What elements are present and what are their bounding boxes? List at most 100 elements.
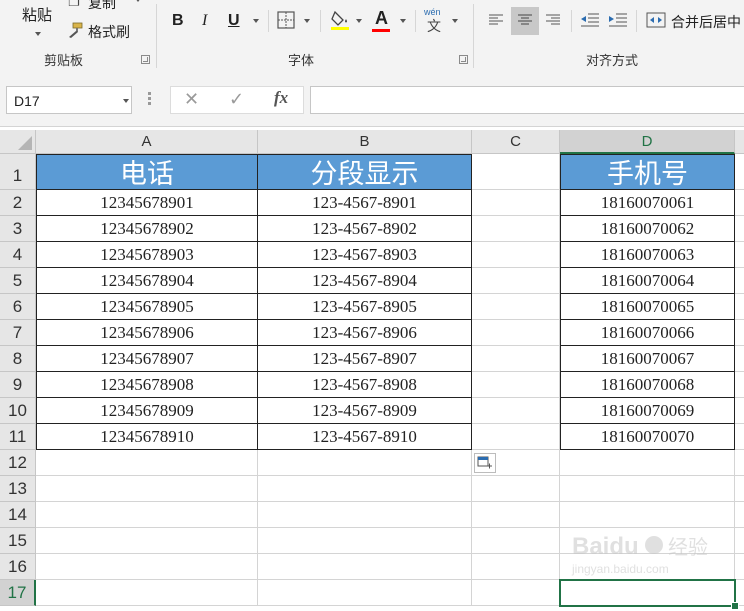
cell-a17[interactable]: [36, 580, 258, 606]
cell-e12[interactable]: [735, 450, 744, 476]
row-header-2[interactable]: 2: [0, 190, 36, 216]
data-cell-b5[interactable]: 123-4567-8904: [258, 268, 472, 294]
cell-c9[interactable]: [472, 372, 560, 398]
cell-b15[interactable]: [258, 528, 472, 554]
font-color-dropdown-caret[interactable]: [400, 19, 406, 23]
insert-function-button[interactable]: fx: [274, 88, 288, 108]
select-all-button[interactable]: [0, 130, 36, 154]
cell-c5[interactable]: [472, 268, 560, 294]
row-header-15[interactable]: 15: [0, 528, 36, 554]
data-cell-d8[interactable]: 18160070067: [560, 346, 735, 372]
cell-a15[interactable]: [36, 528, 258, 554]
row-header-4[interactable]: 4: [0, 242, 36, 268]
data-cell-b6[interactable]: 123-4567-8905: [258, 294, 472, 320]
row-header-13[interactable]: 13: [0, 476, 36, 502]
row-header-17[interactable]: 17: [0, 580, 36, 606]
active-cell-selection[interactable]: [559, 579, 736, 607]
cell-e3[interactable]: [735, 216, 744, 242]
borders-icon[interactable]: [277, 11, 295, 33]
row-header-11[interactable]: 11: [0, 424, 36, 450]
cancel-entry-button[interactable]: ✕: [184, 89, 199, 110]
font-color-button[interactable]: A: [375, 8, 388, 29]
cell-b16[interactable]: [258, 554, 472, 580]
data-cell-a9[interactable]: 12345678908: [36, 372, 258, 398]
cell-e7[interactable]: [735, 320, 744, 346]
data-cell-b11[interactable]: 123-4567-8910: [258, 424, 472, 450]
cell-c11[interactable]: [472, 424, 560, 450]
data-cell-b2[interactable]: 123-4567-8901: [258, 190, 472, 216]
cell-a12[interactable]: [36, 450, 258, 476]
data-cell-a3[interactable]: 12345678902: [36, 216, 258, 242]
name-box-dropdown-caret[interactable]: [123, 99, 129, 103]
clipboard-dialog-launcher[interactable]: [141, 55, 150, 64]
merge-center-icon[interactable]: [646, 12, 666, 32]
cell-c16[interactable]: [472, 554, 560, 580]
row-header-16[interactable]: 16: [0, 554, 36, 580]
data-cell-d5[interactable]: 18160070064: [560, 268, 735, 294]
cell-e4[interactable]: [735, 242, 744, 268]
data-cell-b9[interactable]: 123-4567-8908: [258, 372, 472, 398]
cell-c17[interactable]: [472, 580, 560, 606]
data-cell-d11[interactable]: 18160070070: [560, 424, 735, 450]
column-header-c[interactable]: C: [472, 130, 560, 154]
italic-button[interactable]: I: [202, 12, 207, 30]
confirm-entry-button[interactable]: ✓: [229, 89, 244, 110]
paste-dropdown-caret[interactable]: [35, 32, 41, 36]
data-cell-d9[interactable]: 18160070068: [560, 372, 735, 398]
cell-e13[interactable]: [735, 476, 744, 502]
cell-b12[interactable]: [258, 450, 472, 476]
cell-e5[interactable]: [735, 268, 744, 294]
cell-d14[interactable]: [560, 502, 735, 528]
data-cell-b4[interactable]: 123-4567-8903: [258, 242, 472, 268]
data-cell-b7[interactable]: 123-4567-8906: [258, 320, 472, 346]
row-header-7[interactable]: 7: [0, 320, 36, 346]
cell-e16[interactable]: [735, 554, 744, 580]
cell-a16[interactable]: [36, 554, 258, 580]
cell-e6[interactable]: [735, 294, 744, 320]
bold-button[interactable]: B: [172, 12, 184, 30]
fill-color-dropdown-caret[interactable]: [356, 19, 362, 23]
data-cell-a5[interactable]: 12345678904: [36, 268, 258, 294]
data-cell-d4[interactable]: 18160070063: [560, 242, 735, 268]
cell-c14[interactable]: [472, 502, 560, 528]
row-header-10[interactable]: 10: [0, 398, 36, 424]
align-center-icon[interactable]: [517, 13, 533, 31]
data-cell-a4[interactable]: 12345678903: [36, 242, 258, 268]
header-cell-d[interactable]: 手机号: [560, 154, 735, 190]
data-cell-b8[interactable]: 123-4567-8907: [258, 346, 472, 372]
cell-b17[interactable]: [258, 580, 472, 606]
data-cell-d10[interactable]: 18160070069: [560, 398, 735, 424]
font-dialog-launcher[interactable]: [459, 55, 468, 64]
cell-d13[interactable]: [560, 476, 735, 502]
align-left-icon[interactable]: [488, 13, 504, 31]
cell-e10[interactable]: [735, 398, 744, 424]
cell-e2[interactable]: [735, 190, 744, 216]
row-header-3[interactable]: 3: [0, 216, 36, 242]
cell-d12[interactable]: [560, 450, 735, 476]
underline-dropdown-caret[interactable]: [253, 19, 259, 23]
data-cell-a10[interactable]: 12345678909: [36, 398, 258, 424]
cell-c10[interactable]: [472, 398, 560, 424]
paste-options-button[interactable]: [474, 453, 496, 473]
cell-c1[interactable]: [472, 154, 560, 190]
row-header-8[interactable]: 8: [0, 346, 36, 372]
data-cell-d6[interactable]: 18160070065: [560, 294, 735, 320]
cell-a13[interactable]: [36, 476, 258, 502]
fill-color-icon[interactable]: [330, 9, 350, 35]
data-cell-a6[interactable]: 12345678905: [36, 294, 258, 320]
column-header-d[interactable]: D: [560, 130, 735, 154]
cell-b14[interactable]: [258, 502, 472, 528]
cell-e1[interactable]: [735, 154, 744, 190]
row-header-5[interactable]: 5: [0, 268, 36, 294]
merge-center-button[interactable]: 合并后居中: [671, 12, 741, 32]
data-cell-a11[interactable]: 12345678910: [36, 424, 258, 450]
data-cell-a7[interactable]: 12345678906: [36, 320, 258, 346]
formula-bar-grip[interactable]: [148, 92, 151, 106]
copy-button[interactable]: 复制: [88, 0, 116, 13]
increase-indent-icon[interactable]: [608, 12, 628, 32]
decrease-indent-icon[interactable]: [580, 12, 600, 32]
cell-e15[interactable]: [735, 528, 744, 554]
data-cell-d3[interactable]: 18160070062: [560, 216, 735, 242]
cell-e14[interactable]: [735, 502, 744, 528]
header-cell-a[interactable]: 电话: [36, 154, 258, 190]
